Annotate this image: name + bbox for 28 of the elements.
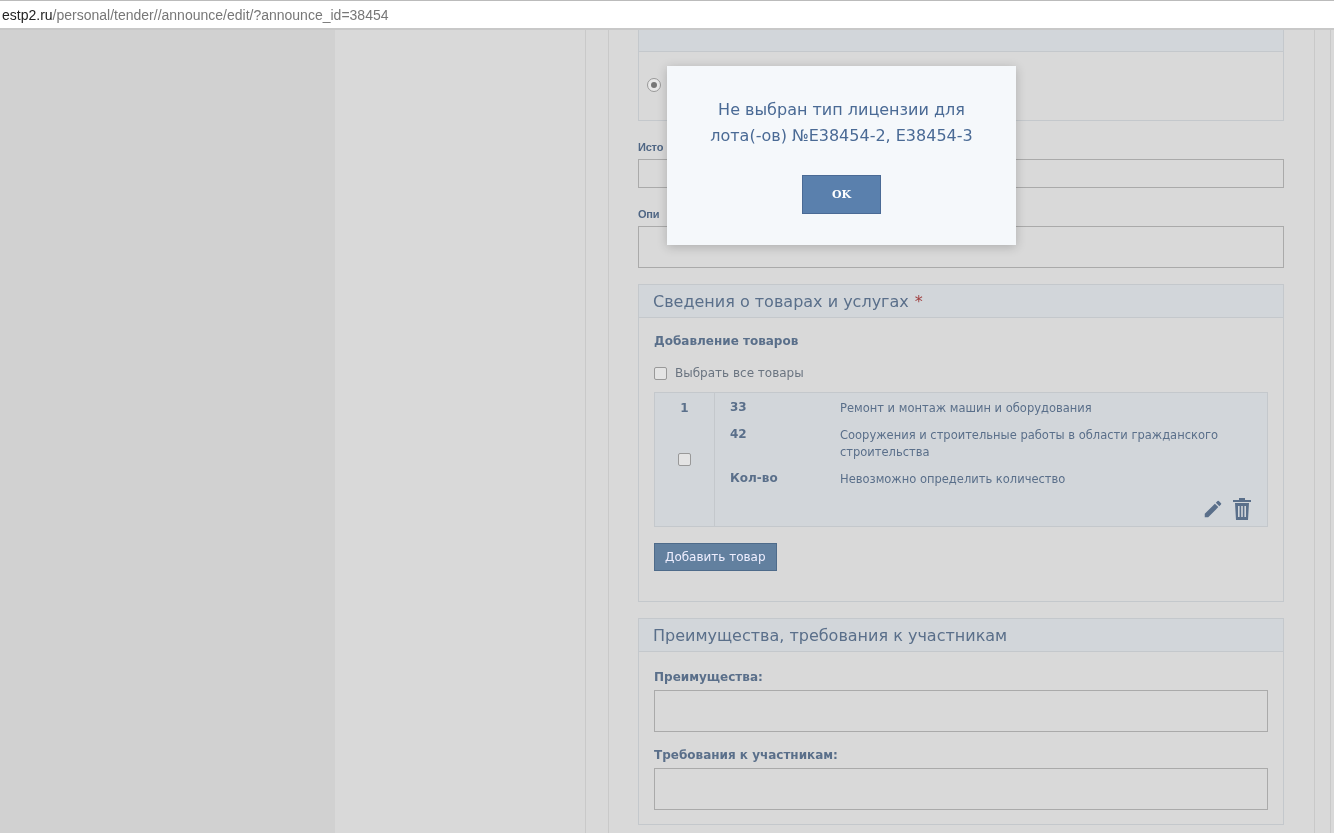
item-value: Ремонт и монтаж машин и оборудования [840,400,1092,417]
item-value: Сооружения и строительные работы в области гражданского строительства [840,427,1220,461]
item-key: 42 [730,427,840,461]
panel-title: Сведения о товарах и услугах [653,291,909,311]
item-key: 33 [730,400,840,417]
dialog-message: Не выбран тип лицензии для лота(-ов) №E38454-2, E38454-3 [709,99,974,147]
address-bar[interactable]: estp2.ru/personal/tender//announce/edit/?announce_id=38454 [0,0,1334,30]
url-text: estp2.ru/personal/tender//announce/edit/?announce_id=38454 [2,6,389,23]
item-key: Кол-во [730,471,840,488]
field-label: Исто [638,141,664,153]
checkbox[interactable] [654,366,667,380]
field-label: Опи [638,208,660,220]
item-value: Невозможно определить количество [840,471,1066,488]
panel-title: Преимущества, требования к участникам [653,625,1008,645]
text-area[interactable] [654,768,1268,810]
text-area[interactable] [654,690,1268,732]
trash-icon[interactable] [1232,498,1252,520]
checkbox-label: Выбрать все товары [675,366,804,380]
required-mark: * [914,291,923,311]
ok-button[interactable]: OK [802,175,881,214]
item-number: 1 [680,401,689,415]
add-item-button[interactable]: Добавить товар [654,543,777,571]
pencil-icon[interactable] [1202,498,1224,520]
section-subtitle: Добавление товаров [654,334,800,348]
radio-button[interactable] [647,78,661,92]
checkbox[interactable] [678,453,691,466]
field-label: Преимущества: [654,670,764,684]
field-label: Требования к участникам: [654,748,839,762]
